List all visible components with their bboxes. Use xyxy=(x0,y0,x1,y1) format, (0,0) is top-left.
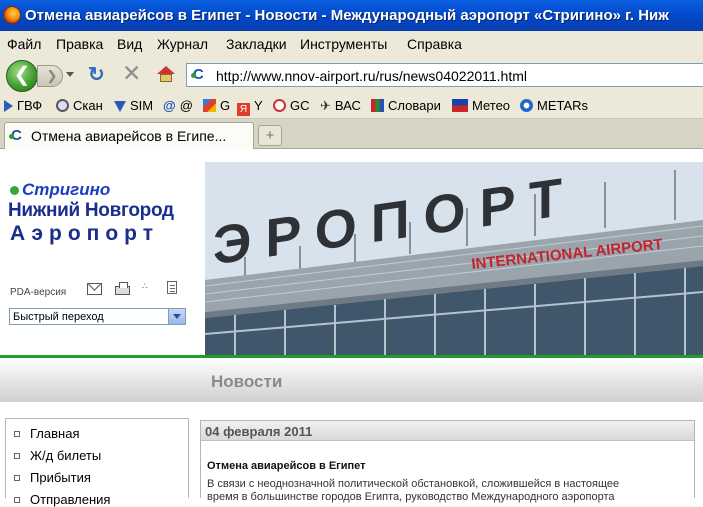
logo-city: Нижний Новгород xyxy=(8,200,174,221)
menu-file[interactable]: Файл xyxy=(7,36,41,52)
navigation-toolbar: ❮ ❯ ↻ ✕ C http://www.nnov-airport.ru/rus… xyxy=(0,57,703,93)
plane-icon: ✈ xyxy=(320,98,331,113)
logo-strigino: Стригино xyxy=(22,180,111,199)
article-date: 04 февраля 2011 xyxy=(201,421,694,441)
bookmark-scan[interactable]: Скан xyxy=(56,98,103,113)
quick-jump-select[interactable]: Быстрый переход xyxy=(9,308,186,325)
logo-airport: Аэропорт xyxy=(10,222,160,245)
nav-item-home[interactable]: Главная xyxy=(14,426,79,441)
google-icon xyxy=(203,99,216,112)
url-bar[interactable]: C http://www.nnov-airport.ru/rus/news040… xyxy=(186,63,703,87)
tab-favicon-icon: C xyxy=(9,128,27,144)
print-icon[interactable] xyxy=(115,282,130,295)
metar-icon xyxy=(520,99,533,112)
back-button[interactable]: ❮ xyxy=(6,60,38,92)
window-title: Отмена авиарейсов в Египет - Новости - М… xyxy=(25,7,669,24)
bookmark-meteo[interactable]: Метео xyxy=(452,98,510,113)
tab-bar: C Отмена авиарейсов в Египе... + xyxy=(0,119,703,149)
yandex-icon: Я xyxy=(237,103,250,116)
tab-active[interactable]: C Отмена авиарейсов в Египе... xyxy=(4,122,254,149)
radar-icon xyxy=(56,99,69,112)
stop-icon[interactable]: ✕ xyxy=(122,60,141,87)
site-favicon-icon: C xyxy=(191,67,209,83)
new-tab-button[interactable]: + xyxy=(258,125,282,146)
nav-item-rail-tickets[interactable]: Ж/д билеты xyxy=(14,448,101,463)
bookmark-dictionaries[interactable]: Словари xyxy=(371,98,441,113)
bookmark-gc[interactable]: GC xyxy=(273,98,310,113)
menu-bar: Файл Правка Вид Журнал Закладки Инструме… xyxy=(0,31,703,57)
bullet-icon xyxy=(14,475,20,481)
document-icon[interactable] xyxy=(167,281,177,294)
menu-view[interactable]: Вид xyxy=(117,36,142,52)
tab-label: Отмена авиарейсов в Египе... xyxy=(31,128,227,144)
menu-tools[interactable]: Инструменты xyxy=(300,36,387,52)
pda-version-link[interactable]: PDA-версия xyxy=(10,287,66,298)
home-icon[interactable] xyxy=(157,66,175,82)
email-icon[interactable] xyxy=(87,283,102,295)
dictionary-icon xyxy=(371,99,384,112)
nav-item-departures[interactable]: Отправления xyxy=(14,492,110,507)
weather-icon xyxy=(452,99,468,112)
bookmark-sim[interactable]: SIM xyxy=(114,98,153,113)
bookmark-metars[interactable]: METARs xyxy=(520,98,588,113)
web-page: Стригино Нижний Новгород Аэропорт PDA-ве… xyxy=(0,150,703,507)
news-article: 04 февраля 2011 Отмена авиарейсов в Егип… xyxy=(200,420,695,503)
section-header: Новости xyxy=(0,358,703,402)
article-body-line: время в большинстве городов Египта, руко… xyxy=(207,491,615,503)
menu-help[interactable]: Справка xyxy=(407,36,462,52)
menu-edit[interactable]: Правка xyxy=(56,36,103,52)
site-logo[interactable]: Стригино Нижний Новгород Аэропорт PDA-ве… xyxy=(0,162,205,357)
chevron-down-icon[interactable] xyxy=(168,309,185,324)
bookmark-yandex[interactable]: ЯY xyxy=(237,98,263,116)
airport-banner: ЭРОПОРТ INTERNATIONAL AIRPORT xyxy=(205,162,703,355)
window-titlebar: Отмена авиарейсов в Египет - Новости - М… xyxy=(0,0,703,31)
left-navigation: Главная Ж/д билеты Прибытия Отправления xyxy=(5,418,189,507)
logo-dot-icon xyxy=(10,186,19,195)
menu-history[interactable]: Журнал xyxy=(157,36,208,52)
bullet-icon xyxy=(14,431,20,437)
article-body-line: В связи с неоднозначной политической обс… xyxy=(207,478,620,490)
history-dropdown-icon[interactable] xyxy=(66,72,74,77)
sim-icon xyxy=(114,101,126,112)
forward-button[interactable]: ❯ xyxy=(37,65,63,87)
nav-item-arrivals[interactable]: Прибытия xyxy=(14,470,91,485)
arrow-icon xyxy=(4,100,13,112)
bookmark-google[interactable]: G xyxy=(203,98,230,113)
at-icon: @ xyxy=(163,98,176,113)
sitemap-icon[interactable]: ∴ xyxy=(142,281,157,293)
quick-jump-value: Быстрый переход xyxy=(13,311,104,323)
gc-icon xyxy=(273,99,286,112)
article-heading: Отмена авиарейсов в Египет xyxy=(207,460,366,472)
reload-icon[interactable]: ↻ xyxy=(88,62,105,87)
firefox-icon xyxy=(3,6,21,24)
bookmark-vas[interactable]: ✈ ВАС xyxy=(320,98,361,114)
bullet-icon xyxy=(14,453,20,459)
menu-bookmarks[interactable]: Закладки xyxy=(226,36,287,52)
bookmark-gvf[interactable]: ГВФ xyxy=(4,98,42,113)
url-text[interactable]: http://www.nnov-airport.ru/rus/news04022… xyxy=(216,68,527,84)
section-title: Новости xyxy=(211,372,283,391)
bookmarks-toolbar: ГВФ Скан SIM @ @ G ЯY GC ✈ ВАС Словари Мет… xyxy=(0,93,703,119)
bookmark-at[interactable]: @ @ xyxy=(163,98,193,113)
